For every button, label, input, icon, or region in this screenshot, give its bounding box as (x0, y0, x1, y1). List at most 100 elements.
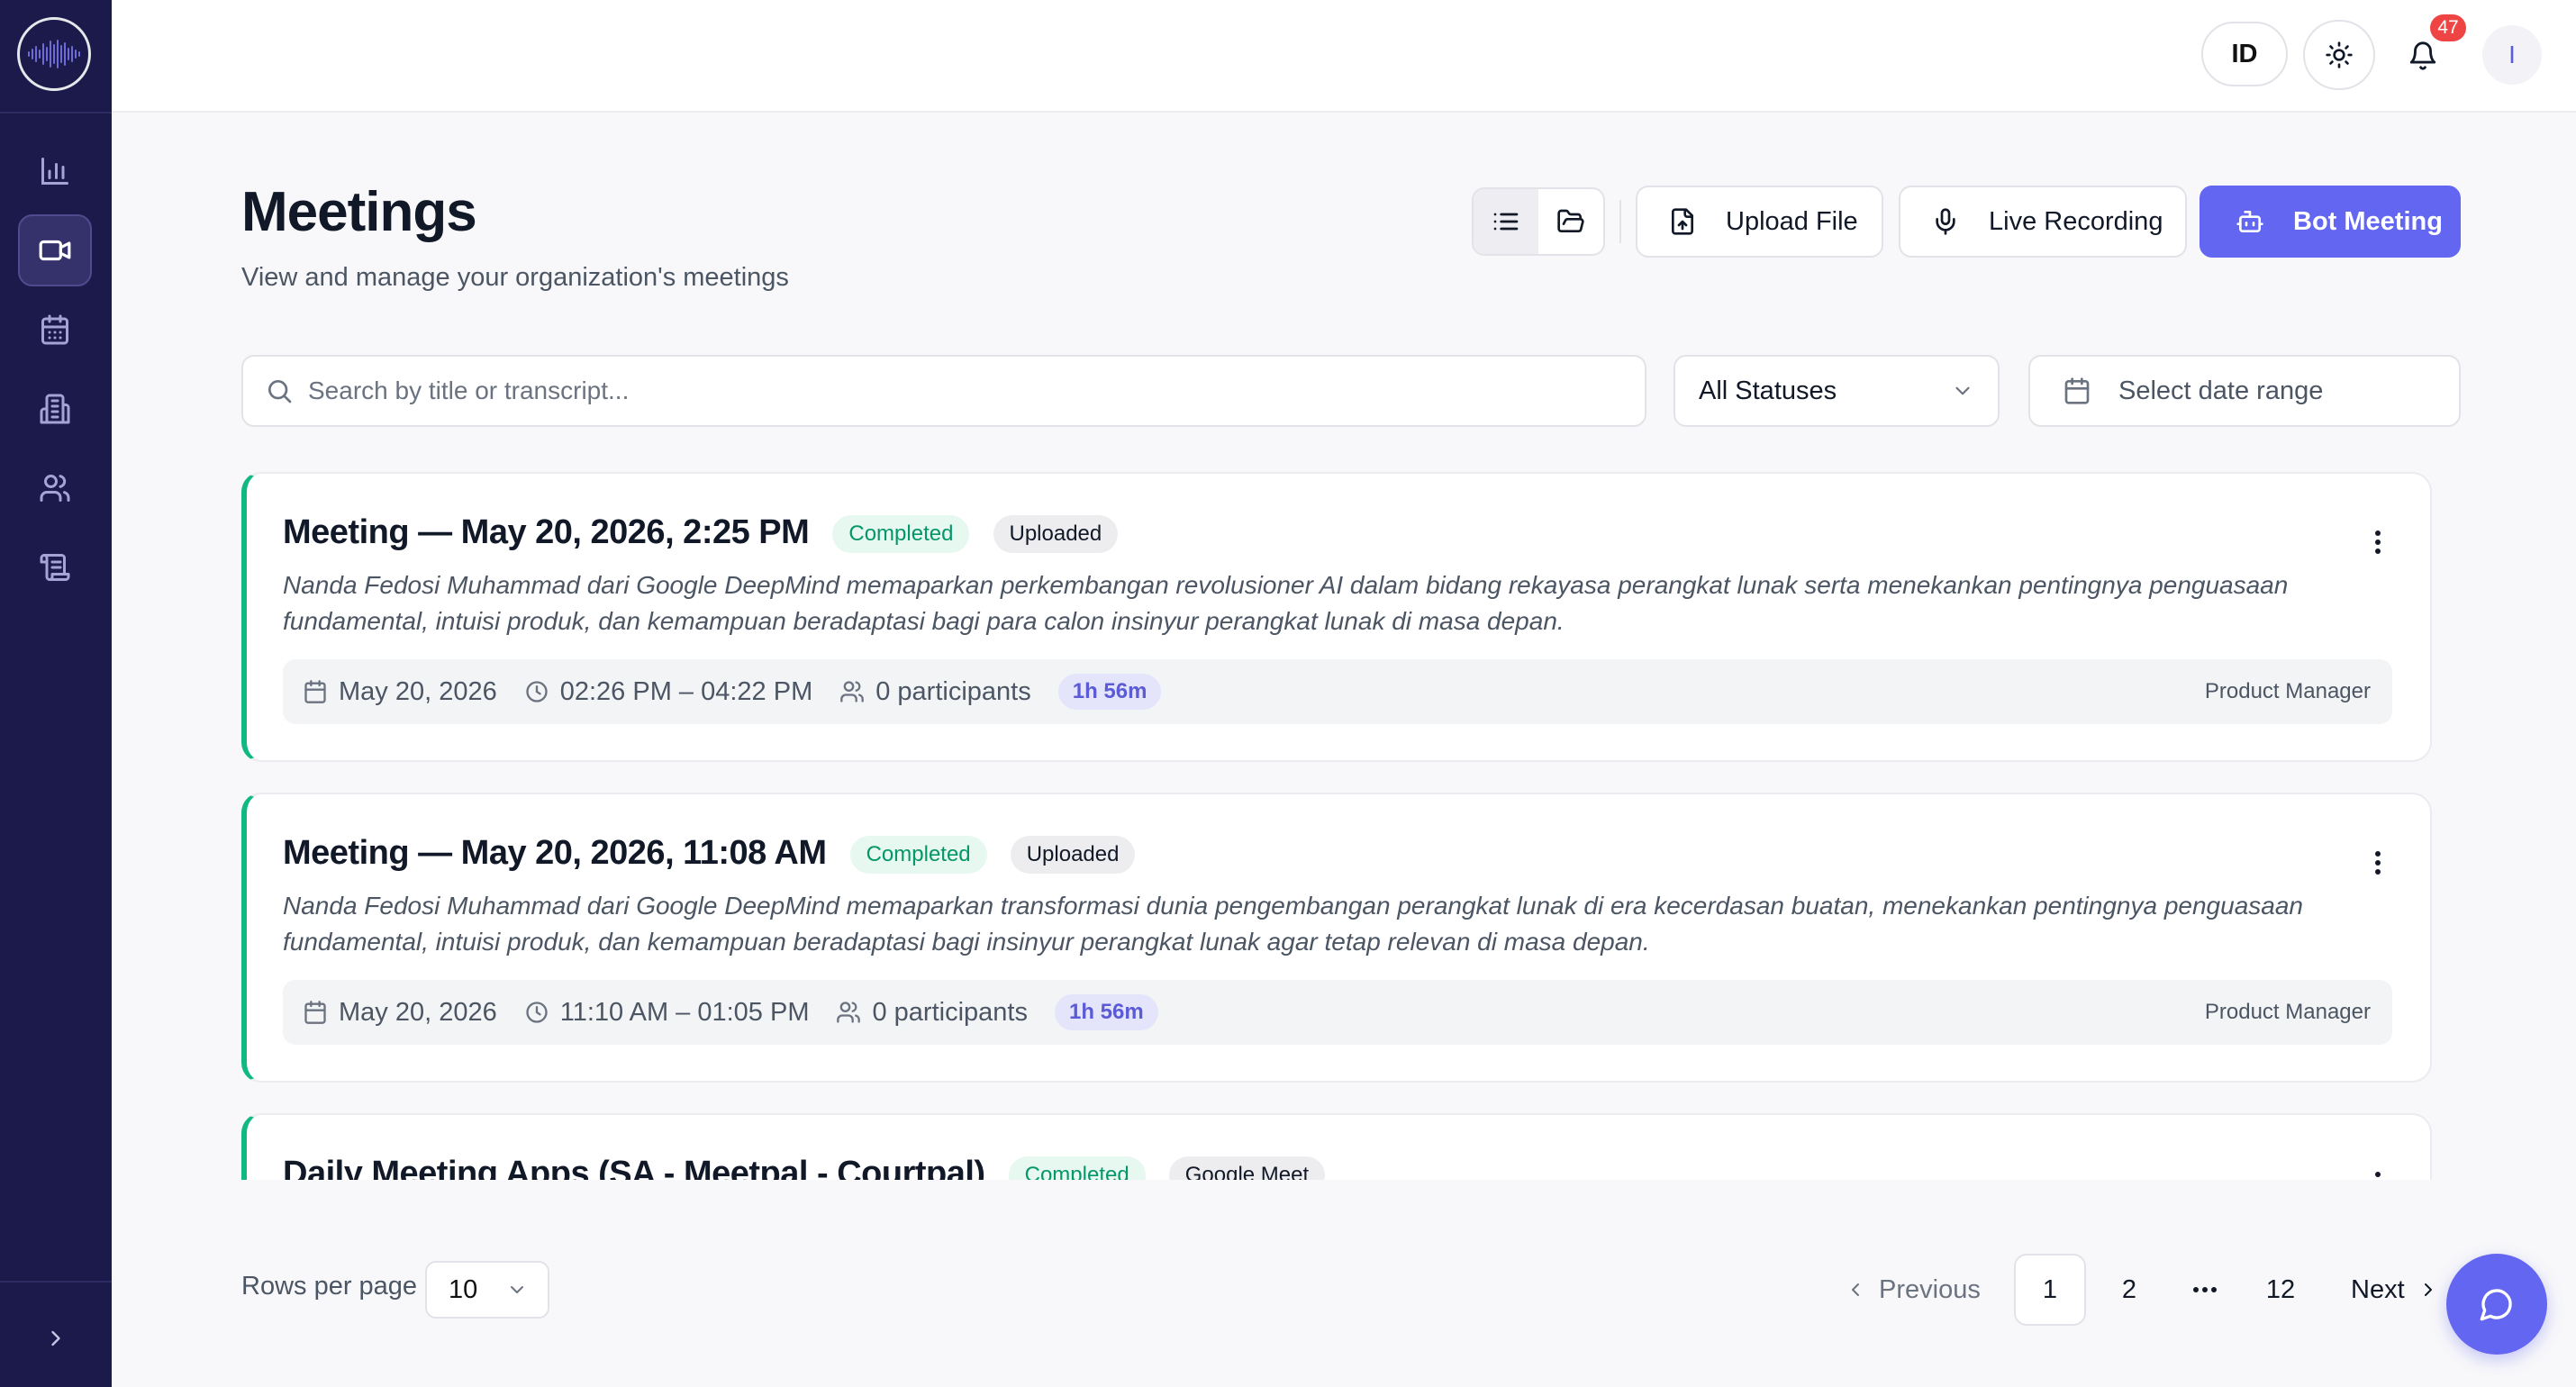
user-avatar[interactable]: I (2482, 25, 2542, 85)
scroll-icon (40, 554, 70, 581)
chat-assistant-button[interactable] (2446, 1254, 2547, 1355)
bot-meeting-button[interactable]: Bot Meeting (2200, 186, 2461, 258)
page-subtitle: View and manage your organization's meet… (241, 263, 789, 292)
meeting-card[interactable]: Daily Meeting Apps (SA - Meetpal - Court… (241, 1113, 2432, 1180)
source-badge: Google Meet (1168, 1156, 1326, 1180)
meeting-title-row: Meeting — May 20, 2026, 11:08 AM Complet… (283, 834, 1136, 874)
file-upload-icon (1672, 208, 1693, 235)
live-recording-button[interactable]: Live Recording (1899, 186, 2187, 258)
search-placeholder: Search by title or transcript... (308, 376, 630, 404)
message-circle-icon (2480, 1289, 2512, 1321)
sidebar-item-analytics[interactable] (18, 135, 92, 207)
meeting-participants-text: 0 participants (875, 676, 1031, 706)
users-icon (40, 475, 70, 502)
meeting-time-text: 11:10 AM – 01:05 PM (559, 997, 810, 1027)
meeting-actions-button[interactable] (2360, 521, 2396, 564)
users-icon (837, 1002, 861, 1023)
pagination-next-label: Next (2351, 1274, 2405, 1304)
bar-chart-icon (41, 158, 68, 185)
list-view-button[interactable] (1474, 189, 1538, 254)
sidebar-item-users[interactable] (18, 452, 92, 524)
meeting-date-text: May 20, 2026 (339, 997, 497, 1027)
view-mode-toggle (1472, 187, 1605, 256)
theme-toggle-button[interactable] (2303, 20, 2375, 90)
sidebar-divider (0, 1281, 112, 1283)
microphone-icon (1936, 208, 1955, 235)
more-vertical-icon (2375, 530, 2381, 554)
meeting-card[interactable]: Meeting — May 20, 2026, 2:25 PM Complete… (241, 472, 2432, 762)
status-badge: Completed (849, 835, 987, 874)
sidebar-item-organization[interactable] (18, 373, 92, 445)
building-icon (40, 394, 70, 424)
pagination-next-button[interactable]: Next (2351, 1265, 2439, 1315)
bot-meeting-label: Bot Meeting (2293, 206, 2443, 236)
pagination-ellipsis (2187, 1265, 2223, 1315)
bell-icon (2409, 41, 2436, 70)
upload-file-label: Upload File (1726, 206, 1858, 236)
calendar-icon (304, 1001, 326, 1024)
source-badge: Uploaded (993, 514, 1119, 553)
meeting-role: Product Manager (2204, 1000, 2371, 1024)
meeting-actions-button[interactable] (2360, 1162, 2396, 1180)
meeting-title-row: Meeting — May 20, 2026, 2:25 PM Complete… (283, 513, 1119, 553)
chevron-down-icon (1955, 386, 1970, 395)
more-horizontal-icon (2193, 1287, 2217, 1292)
pagination-page-12[interactable]: 12 (2245, 1254, 2317, 1326)
meeting-summary: Nanda Fedosi Muhammad dari Google DeepMi… (283, 892, 2303, 956)
pagination-page-1[interactable]: 1 (2014, 1254, 2086, 1326)
meeting-meta: May 20, 2026 11:10 AM – 01:05 PM 0 parti… (283, 980, 2392, 1045)
sun-icon (2326, 41, 2353, 68)
status-badge: Completed (1008, 1156, 1146, 1180)
calendar-icon (41, 314, 68, 345)
pagination-previous-label: Previous (1879, 1274, 1981, 1304)
notification-count-badge: 47 (2430, 14, 2466, 41)
sidebar-expand-button[interactable] (34, 1317, 77, 1360)
date-range-placeholder: Select date range (2118, 376, 2324, 405)
sidebar-item-meetings[interactable] (18, 214, 92, 286)
pagination-page-2[interactable]: 2 (2093, 1254, 2165, 1326)
meeting-title: Daily Meeting Apps (SA - Meetpal - Court… (283, 1155, 985, 1180)
folder-view-button[interactable] (1538, 189, 1603, 254)
meeting-role: Product Manager (2204, 679, 2371, 703)
rows-per-page-select[interactable]: 10 (425, 1261, 549, 1319)
meeting-time: 11:10 AM – 01:05 PM (524, 997, 810, 1028)
meeting-participants: 0 participants (836, 998, 1028, 1028)
status-badge: Completed (832, 514, 970, 553)
meeting-title: Meeting — May 20, 2026, 11:08 AM (283, 834, 827, 872)
duration-badge: 1h 56m (1054, 994, 1158, 1030)
chevron-down-icon (511, 1286, 523, 1293)
rows-per-page-label: Rows per page (241, 1272, 418, 1301)
sidebar (0, 0, 112, 1387)
sidebar-divider (0, 112, 112, 113)
bot-icon (2236, 211, 2263, 232)
meeting-meta: May 20, 2026 02:26 PM – 04:22 PM 0 parti… (283, 659, 2392, 724)
waveform-logo-icon (28, 40, 80, 68)
upload-file-button[interactable]: Upload File (1636, 186, 1883, 258)
more-vertical-icon (2375, 851, 2381, 875)
live-recording-label: Live Recording (1989, 206, 2163, 236)
app-logo[interactable] (17, 17, 91, 91)
meeting-actions-button[interactable] (2360, 841, 2396, 884)
sidebar-item-logs[interactable] (18, 531, 92, 603)
status-filter-select[interactable]: All Statuses (1673, 355, 2000, 427)
sidebar-item-calendar[interactable] (18, 294, 92, 366)
language-switcher-button[interactable]: ID (2201, 22, 2288, 86)
status-filter-value: All Statuses (1699, 376, 1837, 405)
video-icon (39, 240, 71, 261)
chevron-right-icon (51, 1330, 60, 1346)
search-input[interactable]: Search by title or transcript... (241, 355, 1646, 427)
pagination-previous-button[interactable]: Previous (1845, 1265, 1981, 1315)
calendar-icon (304, 680, 326, 703)
more-vertical-icon (2375, 1172, 2381, 1177)
list-icon (1493, 213, 1519, 231)
date-range-picker[interactable]: Select date range (2028, 355, 2461, 427)
meeting-title: Meeting — May 20, 2026, 2:25 PM (283, 513, 810, 551)
chevron-left-icon (1852, 1283, 1859, 1296)
meeting-card[interactable]: Meeting — May 20, 2026, 11:08 AM Complet… (241, 793, 2432, 1083)
clock-icon (526, 1002, 548, 1023)
meeting-summary: Nanda Fedosi Muhammad dari Google DeepMi… (283, 571, 2289, 635)
meetings-list: Meeting — May 20, 2026, 2:25 PM Complete… (236, 468, 2443, 1180)
toolbar-divider (1619, 200, 1621, 243)
folder-open-icon (1557, 209, 1584, 232)
source-badge: Uploaded (1010, 835, 1136, 874)
